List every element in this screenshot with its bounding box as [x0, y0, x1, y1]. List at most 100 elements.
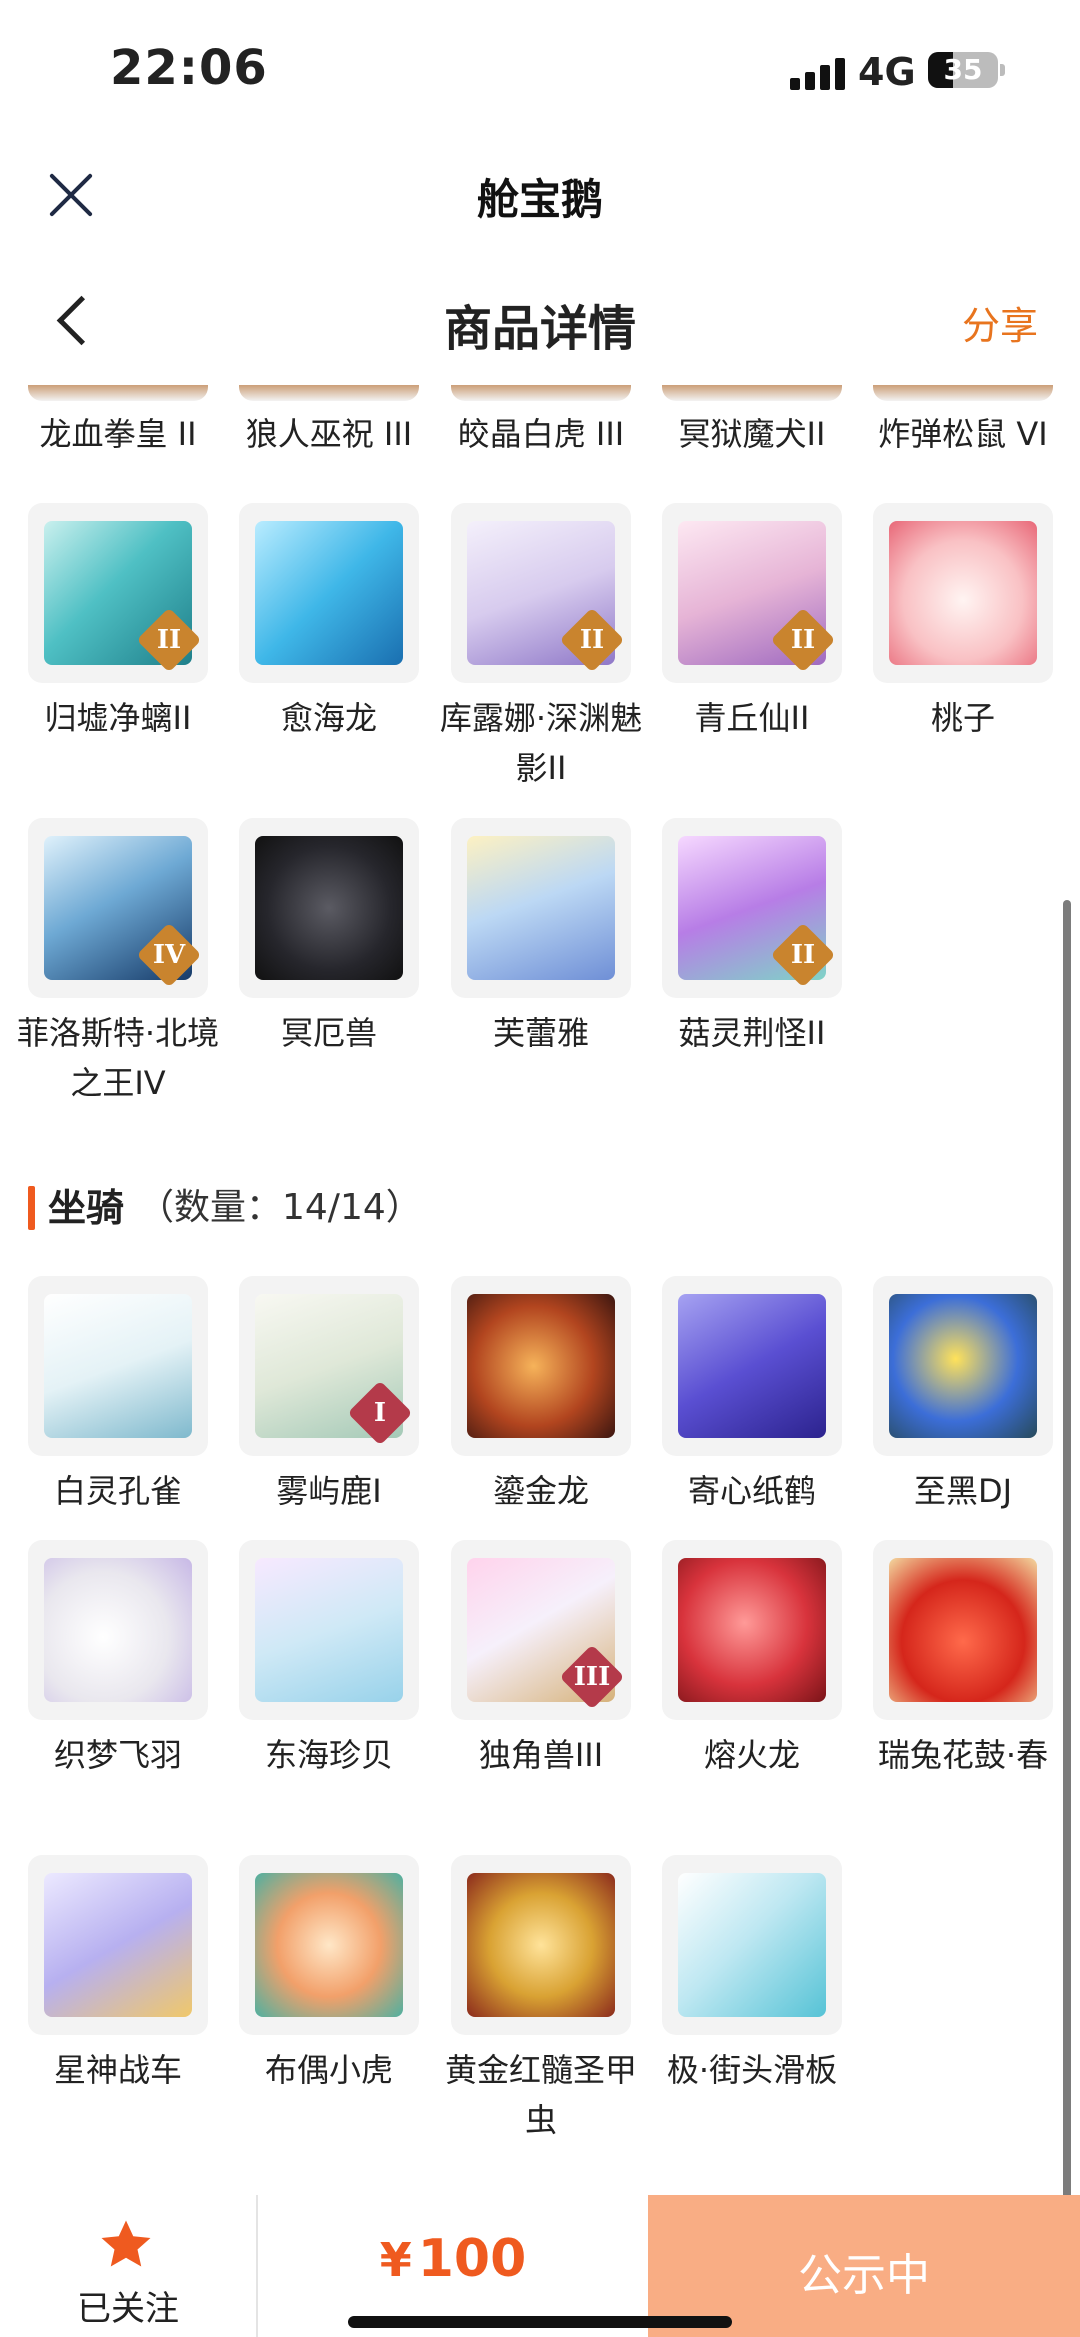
item-name: 青丘仙II	[694, 699, 810, 737]
item-artwork	[889, 521, 1037, 665]
item-thumbnail	[451, 818, 631, 998]
item-name: 黄金红髓圣甲虫	[444, 2051, 637, 2139]
battery-percent: 35	[943, 53, 983, 86]
rank-badge-label: IV	[152, 940, 186, 970]
item-thumbnail	[28, 1276, 208, 1456]
item-name: 冥厄兽	[280, 1014, 377, 1052]
item-thumbnail	[873, 1540, 1053, 1720]
item-name: 布偶小虎	[264, 2051, 393, 2089]
item-artwork	[255, 1558, 403, 1702]
item-name: 至黑DJ	[913, 1472, 1013, 1510]
item-thumbnail	[28, 1855, 208, 2035]
item-thumbnail	[662, 385, 842, 401]
item-name: 东海珍贝	[264, 1736, 393, 1774]
status-time: 22:06	[110, 40, 268, 96]
follow-label: 已关注	[77, 2289, 179, 2329]
item-name: 雾屿鹿I	[276, 1472, 382, 1510]
item-name: 极·街头滑板	[666, 2051, 838, 2089]
item-name: 库露娜·深渊魅影II	[439, 699, 643, 787]
item-thumbnail	[239, 503, 419, 683]
section-accent-bar	[28, 1186, 35, 1230]
item-thumbnail: III	[451, 1540, 631, 1720]
item-artwork	[889, 1558, 1037, 1702]
item-thumbnail	[28, 1540, 208, 1720]
network-label: 4G	[858, 50, 916, 94]
item-scroll-area[interactable]: 龙血拳皇 II 狼人巫祝 III 皎晶白虎 III 冥狱魔犬II 炸弹松鼠 VI II 归…	[0, 385, 1080, 2185]
item-artwork	[44, 1873, 192, 2017]
follow-button[interactable]: 已关注	[0, 2195, 256, 2337]
item-artwork	[255, 1873, 403, 2017]
app-title: 舱宝鹅	[476, 175, 603, 224]
item-thumbnail	[451, 385, 631, 401]
item-name: 熔火龙	[703, 1736, 800, 1774]
item-name: 愈海龙	[280, 699, 377, 737]
item-thumbnail	[451, 1855, 631, 2035]
item-thumbnail	[873, 503, 1053, 683]
scrollbar[interactable]	[1063, 900, 1071, 2210]
item-name: 瑞兔花鼓·春	[877, 1736, 1049, 1774]
item-thumbnail: II	[662, 503, 842, 683]
item-name: 菲洛斯特·北境之王IV	[16, 1014, 220, 1102]
item-thumbnail	[451, 1276, 631, 1456]
item-thumbnail	[239, 818, 419, 998]
item-artwork	[678, 1558, 826, 1702]
item-name: 独角兽III	[478, 1736, 604, 1774]
home-indicator	[348, 2316, 732, 2328]
item-name: 寄心纸鹤	[687, 1472, 816, 1510]
rank-badge-label: II	[156, 625, 182, 655]
item-thumbnail: II	[451, 503, 631, 683]
price-value: 100	[417, 2229, 527, 2289]
item-thumbnail: II	[662, 818, 842, 998]
item-name: 芙蕾雅	[492, 1014, 589, 1052]
item-thumbnail	[662, 1540, 842, 1720]
rank-badge-icon: III	[559, 1644, 625, 1710]
rank-badge-label: II	[579, 625, 605, 655]
share-button[interactable]: 分享	[962, 295, 1038, 350]
item-thumbnail: II	[28, 503, 208, 683]
signal-icon	[790, 58, 846, 90]
item-artwork	[467, 1294, 615, 1438]
item-name: 织梦飞羽	[53, 1736, 182, 1774]
item-name: 白灵孔雀	[53, 1472, 182, 1510]
item-thumbnail	[239, 385, 419, 401]
rank-badge-icon: II	[770, 607, 836, 673]
star-icon	[101, 2220, 151, 2267]
item-name: 桃子	[930, 699, 995, 737]
rank-badge-icon: II	[559, 607, 625, 673]
rank-badge-label: II	[790, 940, 816, 970]
item-artwork	[44, 1294, 192, 1438]
rank-badge-label: I	[373, 1398, 387, 1428]
price: ¥100	[258, 2229, 648, 2289]
item-artwork	[255, 521, 403, 665]
item-name: 龙血拳皇 II	[39, 415, 197, 453]
item-artwork	[889, 1294, 1037, 1438]
rank-badge-icon: II	[770, 922, 836, 988]
page-title: 商品详情	[443, 301, 636, 357]
item-artwork	[467, 836, 615, 980]
item-name: 鎏金龙	[492, 1472, 589, 1510]
item-thumbnail	[662, 1276, 842, 1456]
item-name: 星神战车	[53, 2051, 182, 2089]
item-thumbnail: I	[239, 1276, 419, 1456]
item-thumbnail	[239, 1540, 419, 1720]
item-name: 菇灵荆怪II	[678, 1014, 826, 1052]
battery-tip	[1000, 64, 1005, 76]
rank-badge-label: III	[573, 1662, 611, 1692]
rank-badge-icon: II	[136, 607, 202, 673]
battery-icon: 35	[928, 52, 998, 88]
item-thumbnail: IV	[28, 818, 208, 998]
item-artwork	[255, 836, 403, 980]
item-thumbnail	[28, 385, 208, 401]
item-artwork	[44, 1558, 192, 1702]
item-name: 皎晶白虎 III	[457, 415, 625, 453]
rank-badge-label: II	[790, 625, 816, 655]
section-count: （数量：14/14）	[138, 1187, 422, 1228]
item-name: 冥狱魔犬II	[678, 415, 826, 453]
section-label: 坐骑	[48, 1186, 125, 1230]
price-symbol: ¥	[379, 2233, 412, 2287]
item-artwork	[678, 1873, 826, 2017]
app-header: 舱宝鹅	[0, 140, 1080, 250]
item-thumbnail	[873, 1276, 1053, 1456]
item-name: 归墟净螭II	[44, 699, 192, 737]
item-thumbnail	[873, 385, 1053, 401]
